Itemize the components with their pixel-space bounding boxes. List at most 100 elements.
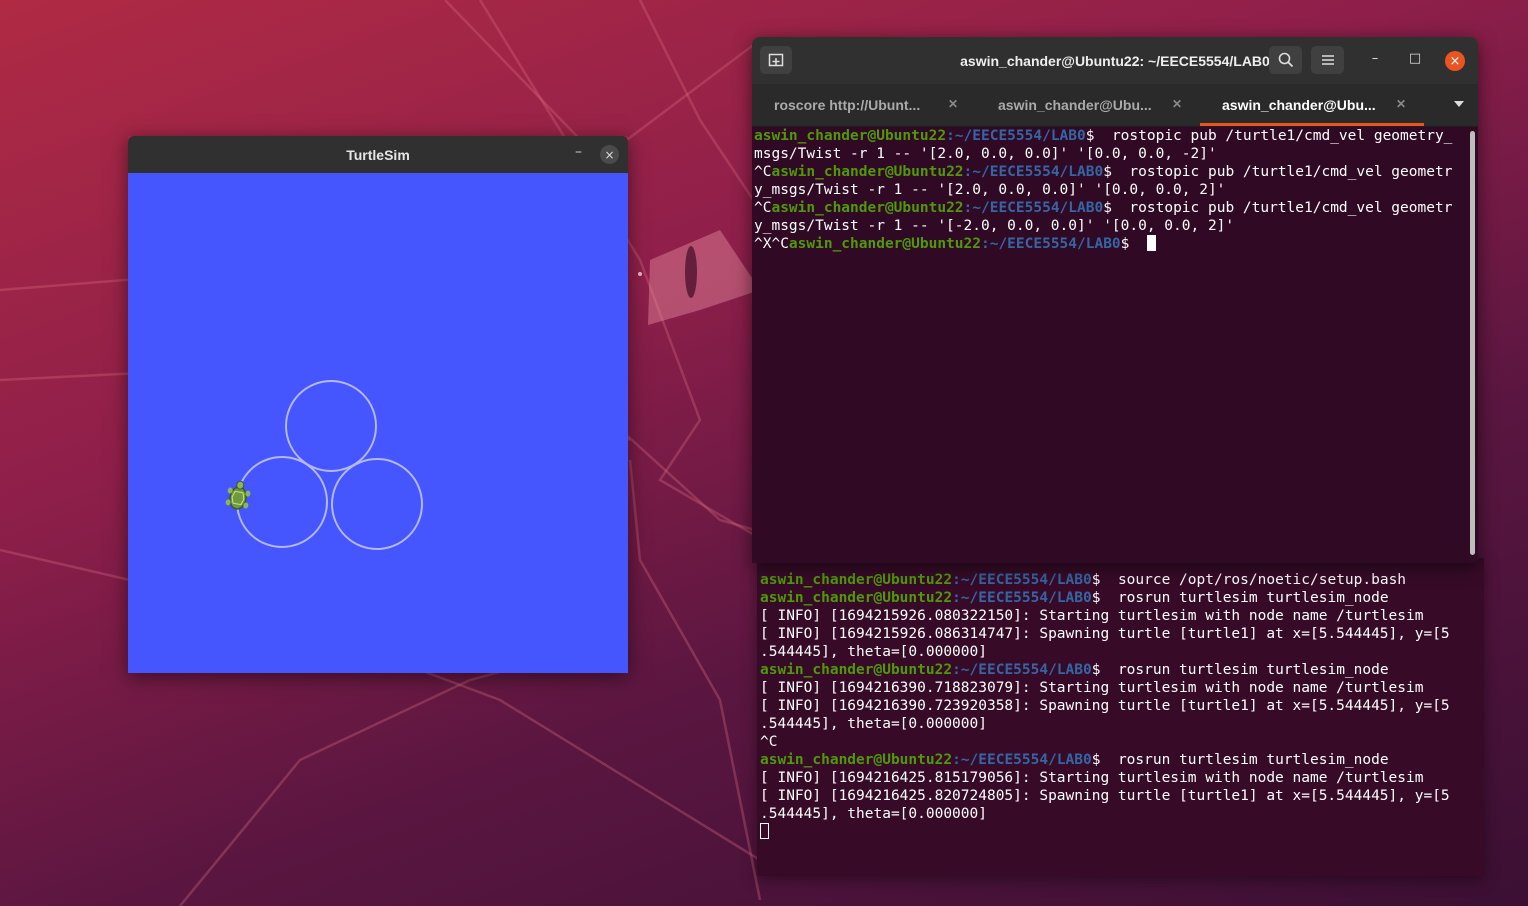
prompt-user: aswin_chander@Ubuntu22 [760,662,953,678]
line-text: [ INFO] [1694215926.080322150]: Starting… [760,608,1424,624]
terminal-line: [ INFO] [1694216425.815179056]: Starting… [760,769,1484,787]
turtle-path-circle-left [236,456,328,548]
prompt-user: aswin_chander@Ubuntu22 [771,164,964,180]
prompt-dollar: $ [1091,590,1110,606]
line-text: [ INFO] [1694216390.718823079]: Starting… [760,680,1424,696]
prompt-user: aswin_chander@Ubuntu22 [754,128,947,144]
line-prefix: ^C [754,200,772,216]
tab-close-icon[interactable]: ✕ [1396,97,1406,111]
terminal-lines: aswin_chander@Ubuntu22:~/EECE5554/LAB0$ … [754,127,1478,253]
terminal-output[interactable]: aswin_chander@Ubuntu22:~/EECE5554/LAB0$ … [752,127,1478,563]
close-icon: × [1449,53,1461,69]
maximize-button[interactable]: □ [1405,51,1425,66]
tab-terminal-2[interactable]: aswin_chander@Ubu... ✕ [976,84,1200,126]
terminal-line: .544445], theta=[0.000000] [760,805,1484,823]
prompt-path: :~/EECE5554/LAB0 [952,572,1092,588]
turtle-path-circle-top [285,380,377,472]
line-text: [ INFO] [1694216425.820724805]: Spawning… [760,788,1450,804]
tab-label: roscore http://Ubunt... [774,97,921,113]
terminal-line: .544445], theta=[0.000000] [760,643,1484,661]
scrollbar[interactable] [1470,131,1475,555]
line-text: y_msgs/Twist -r 1 -- '[2.0, 0.0, 0.0]' '… [754,182,1226,198]
terminal-line: y_msgs/Twist -r 1 -- '[-2.0, 0.0, 0.0]' … [754,217,1478,235]
terminal-line: [ INFO] [1694216390.718823079]: Starting… [760,679,1484,697]
line-text: ^C [760,734,778,750]
prompt-dollar: $ [1091,662,1110,678]
terminal-window: aswin_chander@Ubuntu22: ~/EECE5554/LAB0 … [752,37,1478,563]
turtlesim-titlebar[interactable]: TurtleSim – × [128,136,628,173]
terminal-line: [ INFO] [1694216390.723920358]: Spawning… [760,697,1484,715]
terminal-line: aswin_chander@Ubuntu22:~/EECE5554/LAB0$ … [760,571,1484,589]
prompt-path: :~/EECE5554/LAB0 [952,752,1092,768]
prompt-dollar: $ [1103,200,1121,216]
tab-label: aswin_chander@Ubu... [998,97,1152,113]
terminal-line: .544445], theta=[0.000000] [760,715,1484,733]
line-prefix: ^X^C [754,236,789,252]
terminal-line: ^Caswin_chander@Ubuntu22:~/EECE5554/LAB0… [754,199,1478,217]
line-text: .544445], theta=[0.000000] [760,806,987,822]
close-icon: × [604,147,615,162]
tab-close-icon[interactable]: ✕ [948,97,958,111]
terminal-line: aswin_chander@Ubuntu22:~/EECE5554/LAB0$ … [760,589,1484,607]
background-terminal-output: aswin_chander@Ubuntu22:~/EECE5554/LAB0$ … [760,571,1484,841]
new-tab-icon [768,53,784,67]
line-text: .544445], theta=[0.000000] [760,716,987,732]
background-terminal-window[interactable]: aswin_chander@Ubuntu22:~/EECE5554/LAB0$ … [757,558,1484,876]
tab-close-icon[interactable]: ✕ [1172,97,1182,111]
tab-label: aswin_chander@Ubu... [1222,97,1376,113]
line-text: [ INFO] [1694216390.723920358]: Spawning… [760,698,1450,714]
line-text: msgs/Twist -r 1 -- '[2.0, 0.0, 0.0]' '[0… [754,146,1217,162]
minimize-button[interactable]: – [575,144,582,160]
line-text: [ INFO] [1694215926.086314747]: Spawning… [760,626,1450,642]
close-button[interactable]: × [1445,51,1465,71]
line-text: rostopic pub /turtle1/cmd_vel geometr [1120,200,1453,216]
line-text: rosrun turtlesim turtlesim_node [1109,752,1389,768]
terminal-line: ^Caswin_chander@Ubuntu22:~/EECE5554/LAB0… [754,163,1478,181]
search-icon [1278,52,1293,68]
prompt-path: :~/EECE5554/LAB0 [946,128,1086,144]
new-tab-button[interactable] [760,46,792,74]
terminal-line: [ INFO] [1694216425.820724805]: Spawning… [760,787,1484,805]
tab-terminal-3[interactable]: aswin_chander@Ubu... ✕ [1200,84,1424,126]
hamburger-menu-icon [1321,55,1334,65]
terminal-line: [ INFO] [1694215926.080322150]: Starting… [760,607,1484,625]
terminal-line: ^C [760,733,1484,751]
menu-button[interactable] [1311,46,1344,74]
terminal-title: aswin_chander@Ubuntu22: ~/EECE5554/LAB0 [960,52,1270,69]
prompt-dollar: $ [1103,164,1121,180]
close-button[interactable]: × [600,145,619,164]
terminal-headerbar[interactable]: aswin_chander@Ubuntu22: ~/EECE5554/LAB0 … [752,37,1478,84]
prompt-path: :~/EECE5554/LAB0 [963,200,1104,216]
tab-roscore[interactable]: roscore http://Ubunt... ✕ [752,84,976,126]
prompt-user: aswin_chander@Ubuntu22 [788,236,981,252]
prompt-user: aswin_chander@Ubuntu22 [771,200,964,216]
line-text: rosrun turtlesim turtlesim_node [1109,590,1389,606]
search-button[interactable] [1269,46,1302,74]
terminal-line: ^X^Caswin_chander@Ubuntu22:~/EECE5554/LA… [754,235,1478,253]
prompt-path: :~/EECE5554/LAB0 [952,662,1092,678]
terminal-line: msgs/Twist -r 1 -- '[2.0, 0.0, 0.0]' '[0… [754,145,1478,163]
line-text: rostopic pub /turtle1/cmd_vel geometry_ [1103,128,1453,144]
tab-list-dropdown-icon[interactable] [1454,101,1464,107]
minimize-button[interactable]: – [1365,51,1385,66]
prompt-path: :~/EECE5554/LAB0 [963,164,1104,180]
prompt-user: aswin_chander@Ubuntu22 [760,572,953,588]
prompt-dollar: $ [1085,128,1104,144]
text-cursor [760,823,769,839]
line-text [1138,236,1147,252]
prompt-path: :~/EECE5554/LAB0 [980,236,1121,252]
line-text: rosrun turtlesim turtlesim_node [1109,662,1389,678]
terminal-line: [ INFO] [1694215926.086314747]: Spawning… [760,625,1484,643]
prompt-dollar: $ [1091,572,1110,588]
turtle-icon [225,480,251,510]
turtlesim-canvas [128,173,628,673]
line-text: .544445], theta=[0.000000] [760,644,987,660]
terminal-line: y_msgs/Twist -r 1 -- '[2.0, 0.0, 0.0]' '… [754,181,1478,199]
prompt-user: aswin_chander@Ubuntu22 [760,590,953,606]
prompt-user: aswin_chander@Ubuntu22 [760,752,953,768]
terminal-line: aswin_chander@Ubuntu22:~/EECE5554/LAB0$ … [754,127,1478,145]
line-prefix: ^C [754,164,772,180]
turtlesim-window: TurtleSim – × [128,136,628,673]
line-text: [ INFO] [1694216425.815179056]: Starting… [760,770,1424,786]
turtlesim-title: TurtleSim [346,146,410,163]
